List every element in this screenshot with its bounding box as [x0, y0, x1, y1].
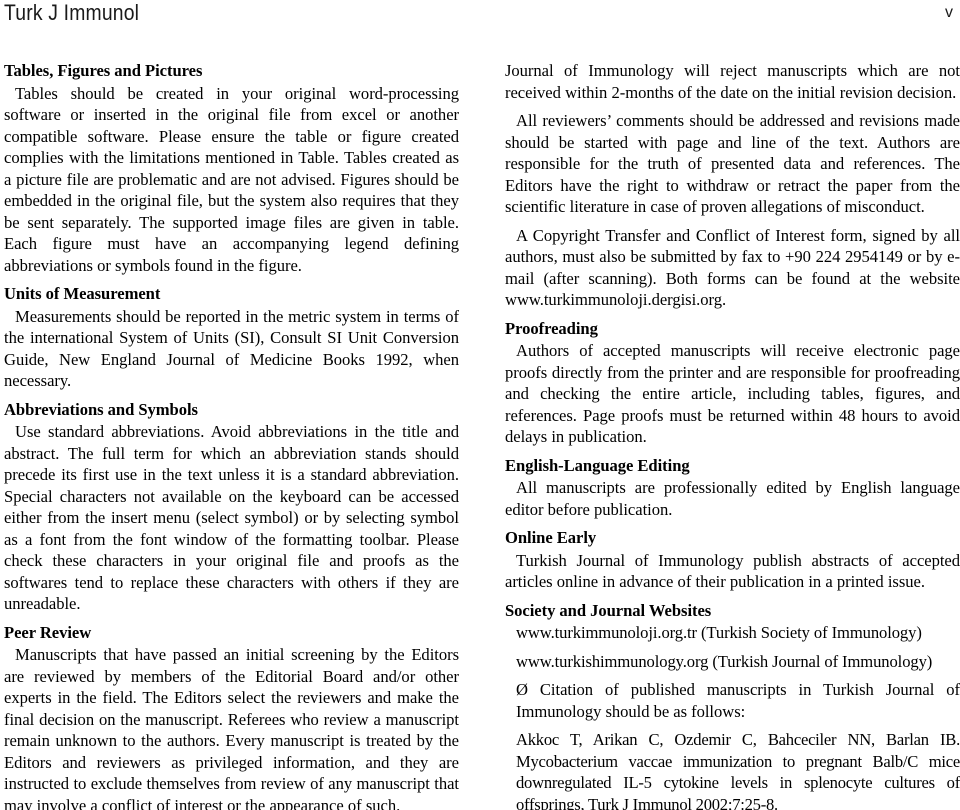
section-paragraph-english-language-editing: All manuscripts are professionally edite…	[505, 478, 960, 519]
section-heading-online-early: Online Early	[505, 528, 597, 547]
section-paragraph-abbreviations-and-symbols: Use standard abbreviations. Avoid abbrev…	[4, 422, 459, 613]
left-column: Tables, Figures and Pictures Tables shou…	[4, 60, 459, 810]
section-heading-english-language-editing: English-Language Editing	[505, 455, 690, 475]
running-head: Turk J Immunol v	[0, 0, 960, 46]
page-number: v	[945, 4, 953, 21]
copyright-transfer-paragraph: A Copyright Transfer and Conflict of Int…	[505, 225, 960, 310]
citation-notice: Ø Citation of published manuscripts in T…	[505, 679, 960, 722]
journal-website-link[interactable]: www.turkishimmunology.org (Turkish Journ…	[505, 651, 960, 673]
citation-example: Akkoc T, Arikan C, Ozdemir C, Bahceciler…	[516, 730, 960, 810]
slashed-o-bullet-icon: Ø	[516, 680, 540, 699]
section-paragraph-proofreading: Authors of accepted manuscripts will rec…	[505, 341, 960, 446]
journal-title: Turk J Immunol	[4, 0, 140, 25]
reviewers-comments-paragraph: All reviewers’ comments should be addres…	[505, 111, 960, 216]
section-heading-abbreviations-and-symbols: Abbreviations and Symbols	[4, 399, 198, 419]
society-website-link[interactable]: www.turkimmunoloji.org.tr (Turkish Socie…	[505, 622, 960, 644]
right-column: Journal of Immunology will reject manusc…	[505, 60, 960, 810]
section-heading-peer-review: Peer Review	[4, 622, 92, 642]
section-heading-units-of-measurement: Units of Measurement	[4, 284, 161, 303]
section-heading-tables-figures-pictures: Tables, Figures and Pictures	[4, 61, 203, 80]
section-heading-proofreading: Proofreading	[505, 318, 598, 338]
section-paragraph-online-early: Turkish Journal of Immunology publish ab…	[505, 550, 960, 592]
section-paragraph-tables-figures-pictures: Tables should be created in your origina…	[4, 83, 459, 275]
continued-paragraph: Journal of Immunology will reject manusc…	[505, 61, 960, 102]
page-body: Tables, Figures and Pictures Tables shou…	[0, 60, 960, 810]
section-paragraph-units-of-measurement: Measurements should be reported in the m…	[4, 306, 459, 391]
section-paragraph-peer-review: Manuscripts that have passed an initial …	[4, 645, 459, 810]
section-heading-society-and-journal-websites: Society and Journal Websites	[505, 600, 712, 620]
citation-notice-text: Citation of published manuscripts in Tur…	[516, 680, 960, 721]
